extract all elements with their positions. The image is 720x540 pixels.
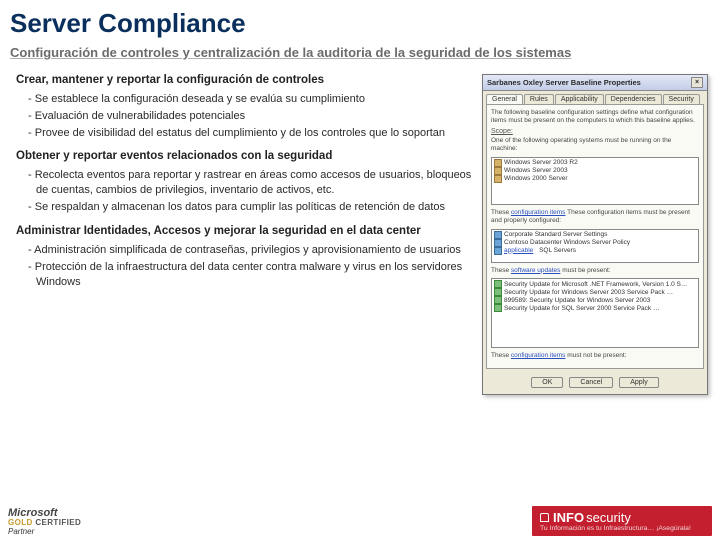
cfg-desc: These configuration items These configur… bbox=[491, 209, 699, 225]
footer: Microsoft GOLD CERTIFIED Partner INFOsec… bbox=[0, 502, 720, 536]
policy-icon bbox=[494, 231, 502, 239]
section-heading-3: Administrar Identidades, Accesos y mejor… bbox=[16, 225, 476, 237]
ok-button[interactable]: OK bbox=[531, 377, 563, 388]
section-list-3: Administración simplificada de contraseñ… bbox=[28, 243, 476, 290]
page-subtitle: Configuración de controles y centralizac… bbox=[0, 41, 720, 64]
policy-icon bbox=[494, 239, 502, 247]
os-listbox[interactable]: Windows Server 2003 R2 Windows Server 20… bbox=[491, 157, 699, 205]
updates-listbox[interactable]: Security Update for Microsoft .NET Frame… bbox=[491, 278, 699, 348]
list-item: Provee de visibilidad del estatus del cu… bbox=[28, 126, 476, 141]
dialog-titlebar: Sarbanes Oxley Server Baseline Propertie… bbox=[483, 75, 707, 91]
list-item: Recolecta eventos para reportar y rastre… bbox=[28, 168, 476, 198]
dialog-description: The following baseline configuration set… bbox=[491, 109, 699, 125]
list-item[interactable]: Security Update for SQL Server 2000 Serv… bbox=[493, 304, 697, 312]
infosecurity-badge: INFOsecurity Tu Información es tu Infrae… bbox=[532, 506, 712, 536]
tab-security[interactable]: Security bbox=[663, 94, 700, 104]
close-icon[interactable]: × bbox=[691, 77, 703, 88]
server-icon bbox=[494, 159, 502, 167]
list-item[interactable]: Corporate Standard Server Settings bbox=[493, 231, 697, 239]
list-item[interactable]: Windows 2000 Server bbox=[493, 175, 697, 183]
list-item: Administración simplificada de contraseñ… bbox=[28, 243, 476, 258]
server-icon bbox=[494, 175, 502, 183]
list-item[interactable]: Windows Server 2003 bbox=[493, 167, 697, 175]
list-item: Protección de la infraestructura del dat… bbox=[28, 260, 476, 290]
list-item: Evaluación de vulnerabilidades potencial… bbox=[28, 109, 476, 124]
policy-icon bbox=[494, 247, 502, 255]
cfg-link[interactable]: configuration items bbox=[511, 209, 566, 216]
infosecurity-tagline: Tu Información es tu Infraestructura… ¡A… bbox=[540, 525, 691, 532]
section-list-2: Recolecta eventos para reportar y rastre… bbox=[28, 168, 476, 215]
lock-icon bbox=[540, 513, 549, 522]
bottom-note: These configuration items must not be pr… bbox=[491, 352, 699, 360]
list-item[interactable]: Security Update for Microsoft .NET Frame… bbox=[493, 280, 697, 288]
scope-label: Scope: bbox=[491, 128, 699, 135]
left-column: Crear, mantener y reportar la configurac… bbox=[10, 64, 482, 395]
dialog-title-text: Sarbanes Oxley Server Baseline Propertie… bbox=[487, 78, 641, 87]
dialog-body: The following baseline configuration set… bbox=[486, 104, 704, 369]
tab-dependencies[interactable]: Dependencies bbox=[605, 94, 662, 104]
server-icon bbox=[494, 167, 502, 175]
cancel-button[interactable]: Cancel bbox=[569, 377, 613, 388]
applicable-link[interactable]: applicable bbox=[504, 247, 533, 255]
partner-text: Partner bbox=[8, 528, 81, 536]
update-icon bbox=[494, 296, 502, 304]
scope-desc: One of the following operating systems m… bbox=[491, 137, 699, 153]
cfg-link-2[interactable]: configuration items bbox=[511, 352, 566, 359]
list-item[interactable]: Contoso Datacenter Windows Server Policy bbox=[493, 239, 697, 247]
tab-rules[interactable]: Rules bbox=[524, 94, 554, 104]
page-title: Server Compliance bbox=[0, 0, 720, 41]
update-icon bbox=[494, 280, 502, 288]
properties-dialog: Sarbanes Oxley Server Baseline Propertie… bbox=[482, 74, 708, 395]
section-heading-1: Crear, mantener y reportar la configurac… bbox=[16, 74, 476, 86]
list-item[interactable]: applicable SQL Servers bbox=[493, 247, 697, 255]
tab-general[interactable]: General bbox=[486, 94, 523, 104]
dialog-buttons: OK Cancel Apply bbox=[483, 372, 707, 394]
section-list-1: Se establece la configuración deseada y … bbox=[28, 92, 476, 141]
infosecurity-logo-text: INFOsecurity bbox=[540, 510, 631, 525]
update-icon bbox=[494, 304, 502, 312]
list-item: Se respaldan y almacenan los datos para … bbox=[28, 200, 476, 215]
update-icon bbox=[494, 288, 502, 296]
content-row: Crear, mantener y reportar la configurac… bbox=[0, 64, 720, 395]
microsoft-partner-badge: Microsoft GOLD CERTIFIED Partner bbox=[8, 508, 81, 536]
upd-desc: These software updates These software up… bbox=[491, 267, 699, 275]
updates-link[interactable]: software updates bbox=[511, 267, 561, 274]
list-item[interactable]: 899589: Security Update for Windows Serv… bbox=[493, 296, 697, 304]
list-item[interactable]: Security Update for Windows Server 2003 … bbox=[493, 288, 697, 296]
tab-applicability[interactable]: Applicability bbox=[555, 94, 604, 104]
dialog-tabs: General Rules Applicability Dependencies… bbox=[483, 91, 707, 104]
list-item[interactable]: Windows Server 2003 R2 bbox=[493, 159, 697, 167]
cfg-listbox[interactable]: Corporate Standard Server Settings Conto… bbox=[491, 229, 699, 263]
right-column: Sarbanes Oxley Server Baseline Propertie… bbox=[482, 64, 710, 395]
apply-button[interactable]: Apply bbox=[619, 377, 659, 388]
list-item: Se establece la configuración deseada y … bbox=[28, 92, 476, 107]
section-heading-2: Obtener y reportar eventos relacionados … bbox=[16, 150, 476, 162]
